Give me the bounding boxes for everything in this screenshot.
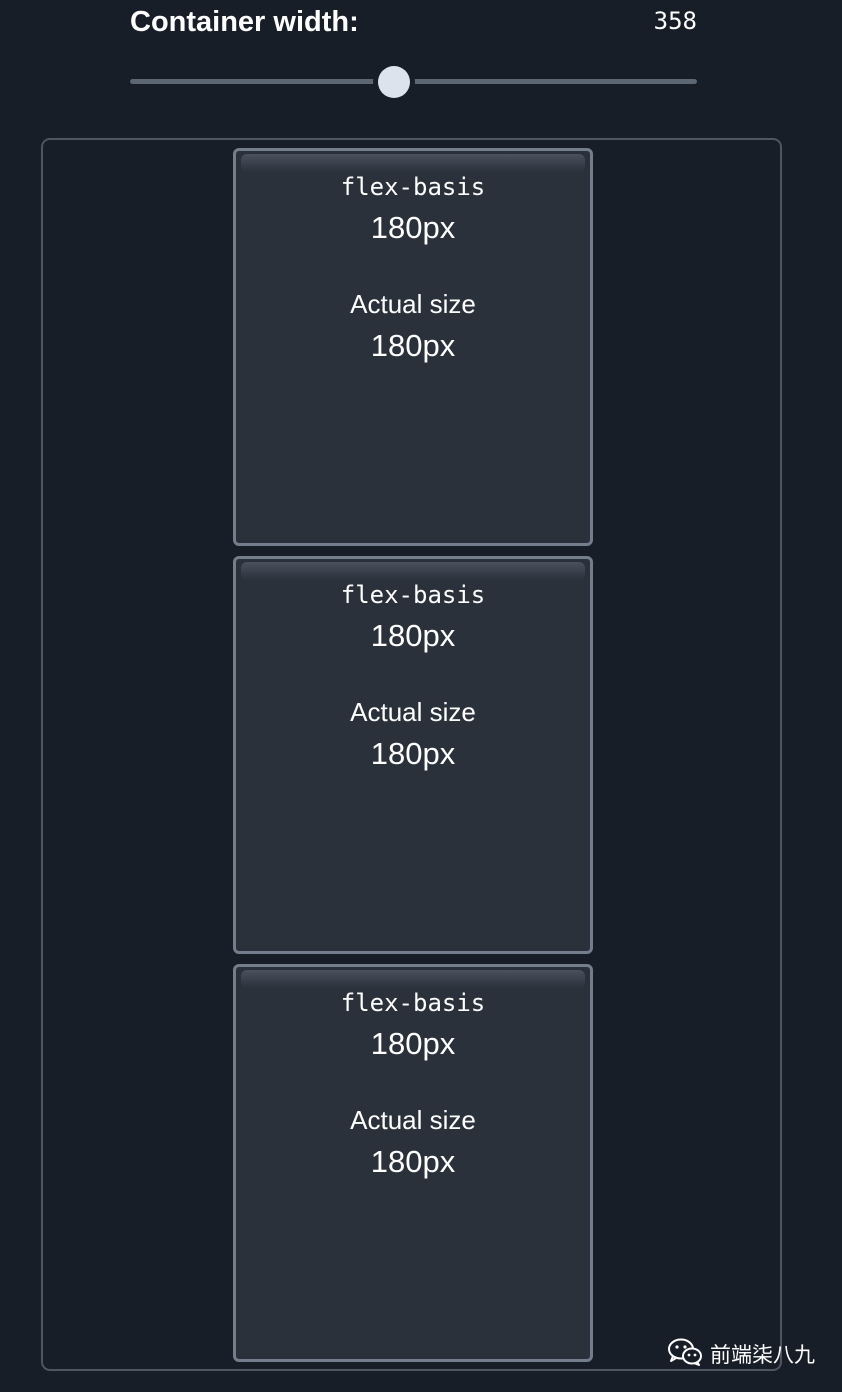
flex-basis-value: 180px bbox=[370, 1026, 456, 1061]
item-highlight bbox=[241, 154, 585, 172]
watermark-text: 前端柒八九 bbox=[710, 1343, 815, 1367]
flex-basis-label: flex-basis bbox=[340, 581, 486, 609]
flex-basis-label: flex-basis bbox=[340, 173, 486, 201]
container-width-label: Container width: bbox=[130, 6, 359, 38]
flex-basis-label: flex-basis bbox=[340, 989, 486, 1017]
container-width-slider[interactable] bbox=[130, 64, 697, 100]
item-highlight bbox=[241, 970, 585, 988]
actual-size-label: Actual size bbox=[350, 289, 476, 319]
actual-size-value: 180px bbox=[370, 328, 456, 363]
actual-size-value: 180px bbox=[370, 1144, 456, 1179]
container-width-control: Container width: 358 bbox=[130, 2, 697, 42]
slider-track[interactable] bbox=[130, 79, 697, 84]
actual-size-label: Actual size bbox=[350, 697, 476, 727]
watermark: 前端柒八九 bbox=[668, 1336, 815, 1372]
item-highlight bbox=[241, 562, 585, 580]
flex-item: flex-basis 180px Actual size 180px bbox=[233, 964, 593, 1362]
slider-thumb[interactable] bbox=[377, 66, 410, 98]
flex-basis-value: 180px bbox=[370, 210, 456, 245]
container-width-value: 358 bbox=[653, 7, 697, 35]
wechat-icon bbox=[668, 1338, 702, 1371]
flex-basis-demo: Container width: 358 flex-basis 180px Ac… bbox=[0, 0, 842, 1392]
flex-item: flex-basis 180px Actual size 180px bbox=[233, 148, 593, 546]
actual-size-label: Actual size bbox=[350, 1105, 476, 1135]
flex-basis-value: 180px bbox=[370, 618, 456, 653]
actual-size-value: 180px bbox=[370, 736, 456, 771]
flex-item: flex-basis 180px Actual size 180px bbox=[233, 556, 593, 954]
